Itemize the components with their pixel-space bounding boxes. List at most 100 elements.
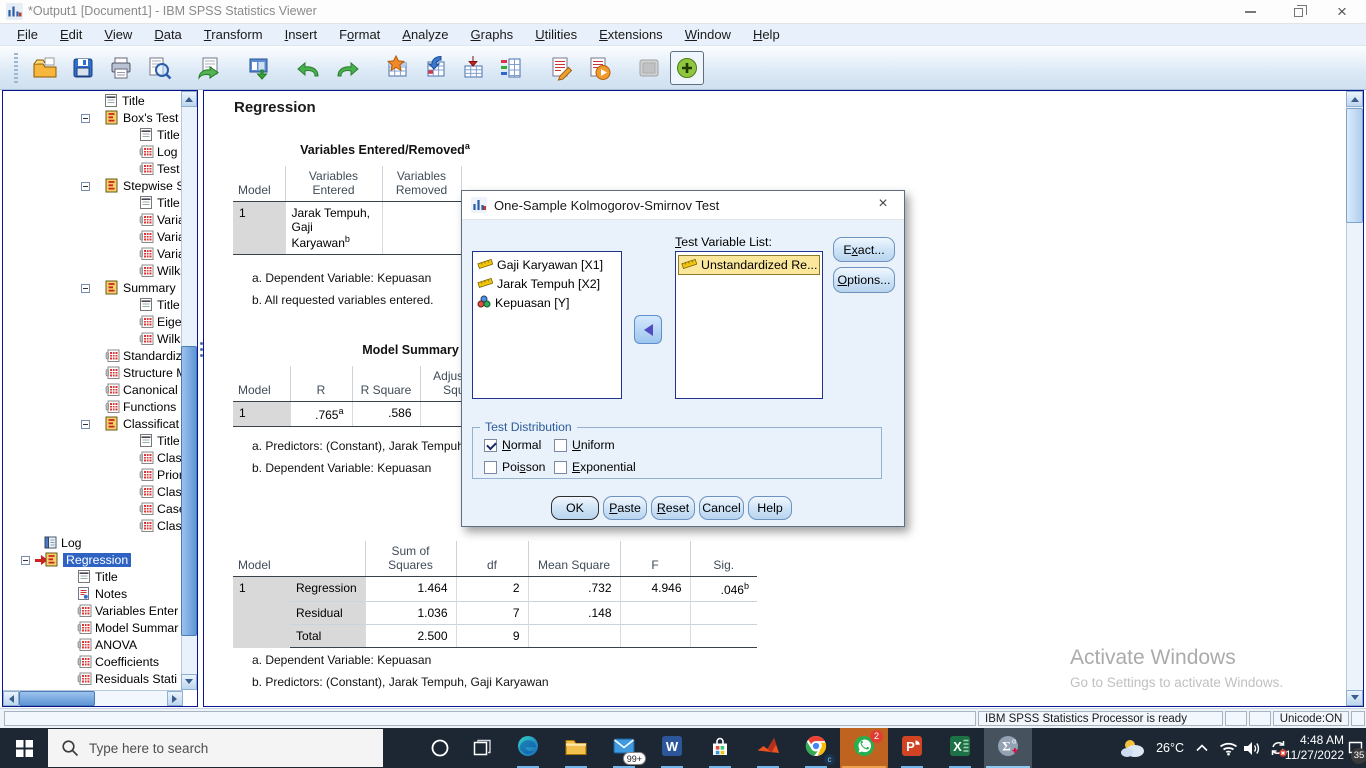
taskbar-app-store[interactable] xyxy=(696,728,744,768)
menu-help[interactable]: Help xyxy=(742,24,791,46)
menu-extensions[interactable]: Extensions xyxy=(588,24,674,46)
tree-item-anova[interactable]: ANOVA xyxy=(3,637,181,654)
uniform-checkbox[interactable] xyxy=(554,439,567,452)
tree-item-notes[interactable]: Notes xyxy=(3,586,181,603)
open-icon[interactable] xyxy=(28,51,62,85)
taskbar-app-chrome[interactable]: c xyxy=(792,728,840,768)
menu-format[interactable]: Format xyxy=(328,24,391,46)
scroll-up-icon[interactable] xyxy=(181,91,197,107)
taskbar-app-mail[interactable]: 99+ xyxy=(600,728,648,768)
menu-window[interactable]: Window xyxy=(674,24,742,46)
tree-item-standardiz[interactable]: Standardiz xyxy=(3,348,181,365)
notification-center-icon[interactable]: 35 xyxy=(1342,728,1366,768)
scroll-down-icon[interactable] xyxy=(1346,690,1363,706)
taskbar-app-excel[interactable]: X xyxy=(936,728,984,768)
undo-icon[interactable] xyxy=(292,51,326,85)
transfer-variable-button[interactable] xyxy=(634,315,662,344)
tree-item-variab[interactable]: Variab xyxy=(3,212,181,229)
wifi-icon[interactable] xyxy=(1219,728,1238,768)
taskbar-app-whatsapp[interactable]: 2 xyxy=(840,728,888,768)
start-button[interactable] xyxy=(0,728,48,768)
collapse-expander-icon[interactable] xyxy=(81,114,90,123)
tree-item-variab[interactable]: Variab xyxy=(3,246,181,263)
dialog-title-bar[interactable]: One-Sample Kolmogorov-Smirnov Test × xyxy=(462,191,904,220)
checkbox-normal[interactable]: Normal xyxy=(484,438,541,452)
checkbox-poisson[interactable]: Poisson xyxy=(484,460,545,474)
scroll-up-icon[interactable] xyxy=(1346,91,1363,107)
print-preview-icon[interactable] xyxy=(142,51,176,85)
tree-item-title[interactable]: Title xyxy=(3,127,181,144)
tree-item-test-r[interactable]: Test R xyxy=(3,161,181,178)
poisson-checkbox[interactable] xyxy=(484,461,497,474)
tree-item-coefficients[interactable]: Coefficients xyxy=(3,654,181,671)
taskbar-app-word[interactable]: W xyxy=(648,728,696,768)
restore-icon[interactable] xyxy=(1278,0,1318,24)
value-labels-icon[interactable] xyxy=(494,51,528,85)
menu-utilities[interactable]: Utilities xyxy=(524,24,588,46)
tree-item-canonical[interactable]: Canonical xyxy=(3,382,181,399)
tree-hscroll-thumb[interactable] xyxy=(19,691,95,706)
recall-dialogs-icon[interactable] xyxy=(192,51,226,85)
goto-case-icon[interactable] xyxy=(418,51,452,85)
tree-item-class[interactable]: Class xyxy=(3,518,181,535)
ok-button[interactable]: OK xyxy=(551,496,599,520)
tree-item-regression[interactable]: Regression xyxy=(3,552,181,569)
variable-item[interactable]: Jarak Tempuh [X2] xyxy=(475,274,619,293)
exact-button[interactable]: Exact... xyxy=(833,237,895,262)
taskbar-app-matlab[interactable] xyxy=(744,728,792,768)
normal-checkbox[interactable] xyxy=(484,439,497,452)
collapse-expander-icon[interactable] xyxy=(21,556,30,565)
tree-item-title[interactable]: Title xyxy=(3,297,181,314)
paste-button[interactable]: Paste xyxy=(603,496,647,520)
exponential-checkbox[interactable] xyxy=(554,461,567,474)
variables-icon[interactable] xyxy=(456,51,490,85)
help-button[interactable]: Help xyxy=(748,496,792,520)
tree-item-classificat[interactable]: Classificat xyxy=(3,416,181,433)
tree-item-casew[interactable]: Casew xyxy=(3,501,181,518)
taskbar-app-explorer[interactable] xyxy=(552,728,600,768)
menu-transform[interactable]: Transform xyxy=(193,24,274,46)
cortana-icon[interactable] xyxy=(420,728,460,768)
tree-item-functions[interactable]: Functions xyxy=(3,399,181,416)
tree-item-log-d[interactable]: Log D xyxy=(3,144,181,161)
output-scroll-thumb[interactable] xyxy=(1346,108,1363,223)
search-input[interactable]: Type here to search xyxy=(48,729,383,767)
options-button[interactable]: Options... xyxy=(833,267,895,293)
task-view-icon[interactable] xyxy=(462,728,502,768)
menu-data[interactable]: Data xyxy=(143,24,192,46)
tree-item-title[interactable]: Title xyxy=(3,433,181,450)
test-variable-item[interactable]: Unstandardized Re... xyxy=(678,255,820,275)
menu-edit[interactable]: Edit xyxy=(49,24,93,46)
minimize-icon[interactable] xyxy=(1230,0,1270,24)
volume-icon[interactable] xyxy=(1243,728,1262,768)
taskbar-app-powerpoint[interactable]: P xyxy=(888,728,936,768)
tree-horizontal-scrollbar[interactable] xyxy=(3,690,183,706)
reset-button[interactable]: Reset xyxy=(651,496,695,520)
tree-item-box-s-test[interactable]: Box's Test xyxy=(3,110,181,127)
redo-icon[interactable] xyxy=(330,51,364,85)
goto-data-icon[interactable] xyxy=(380,51,414,85)
tree-item-stepwise-s[interactable]: Stepwise S xyxy=(3,178,181,195)
tray-expand-icon[interactable] xyxy=(1194,728,1210,768)
scroll-right-icon[interactable] xyxy=(167,691,183,706)
menu-view[interactable]: View xyxy=(93,24,143,46)
tree-item-residuals-stati[interactable]: Residuals Stati xyxy=(3,671,181,688)
tree-item-log[interactable]: Log xyxy=(3,535,181,552)
menu-file[interactable]: File xyxy=(6,24,49,46)
temperature-label[interactable]: 26°C xyxy=(1156,728,1184,768)
tree-item-variab[interactable]: Variab xyxy=(3,229,181,246)
run-script-icon[interactable] xyxy=(582,51,616,85)
variable-item[interactable]: Kepuasan [Y] xyxy=(475,293,619,312)
dialog-close-icon[interactable]: × xyxy=(872,195,894,213)
collapse-expander-icon[interactable] xyxy=(81,182,90,191)
test-variable-list[interactable]: Unstandardized Re... xyxy=(675,251,823,399)
tree-item-class[interactable]: Class xyxy=(3,484,181,501)
tree-item-eigen[interactable]: Eigen xyxy=(3,314,181,331)
tree-item-prior-f[interactable]: Prior F xyxy=(3,467,181,484)
insert-widget-icon[interactable] xyxy=(670,51,704,85)
tree-vertical-scrollbar[interactable] xyxy=(181,91,197,690)
clock[interactable]: 4:48 AM 11/27/2022 xyxy=(1285,728,1344,768)
menu-insert[interactable]: Insert xyxy=(274,24,329,46)
checkbox-exponential[interactable]: Exponential xyxy=(554,460,636,474)
cancel-button[interactable]: Cancel xyxy=(699,496,744,520)
